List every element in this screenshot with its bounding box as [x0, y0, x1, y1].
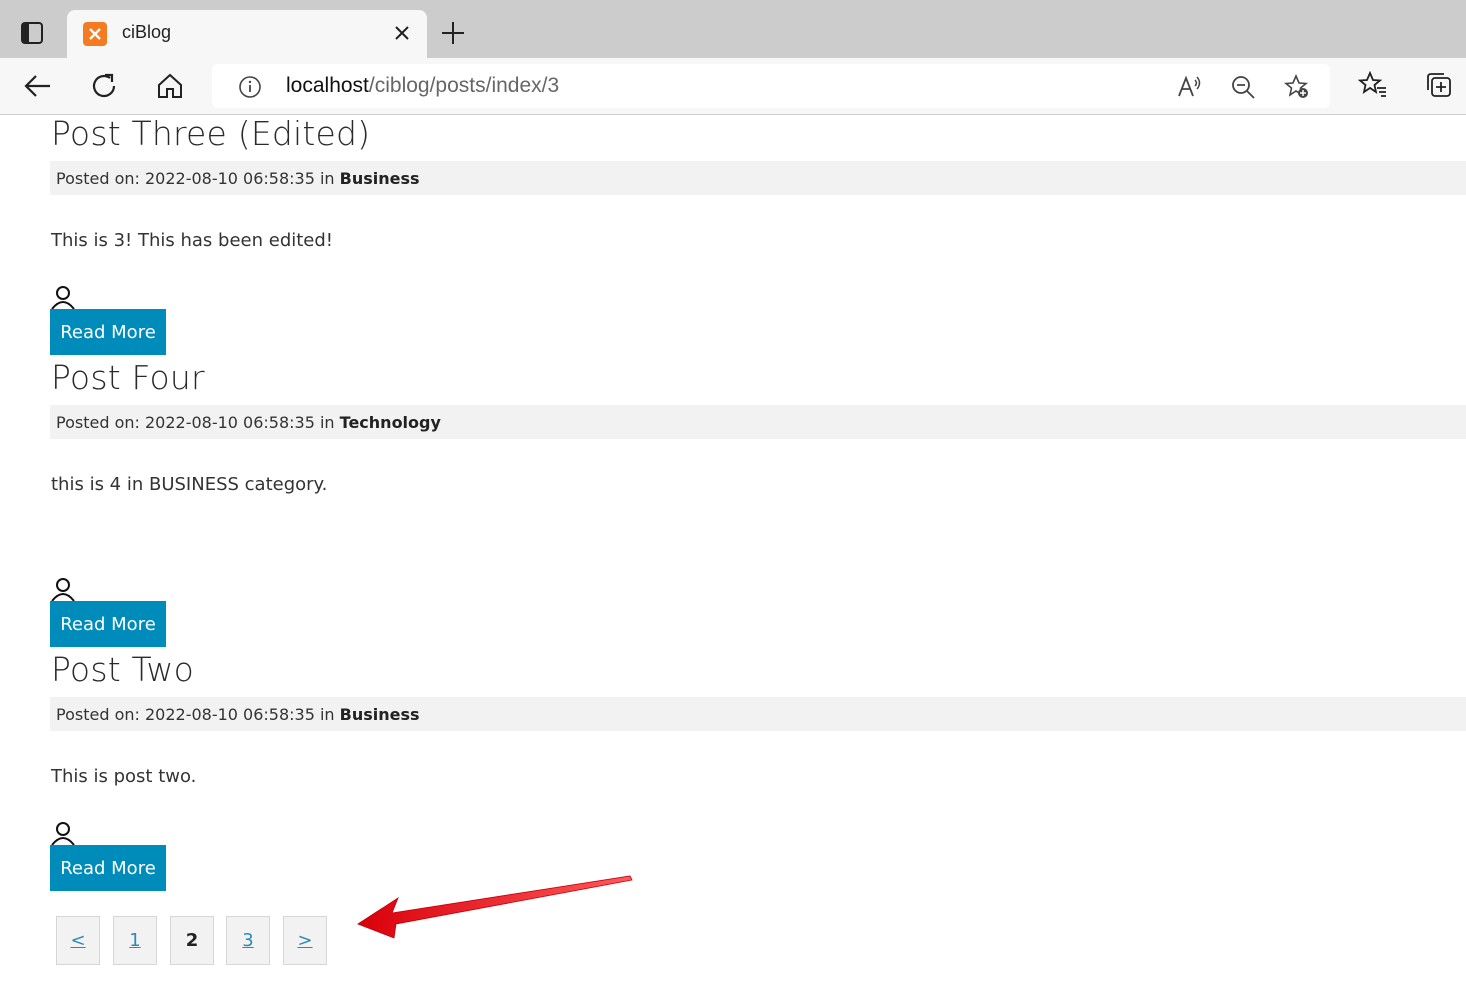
post-title: Post Three (Edited) — [51, 116, 371, 153]
address-bar[interactable]: localhost/ciblog/posts/index/3 — [212, 64, 1330, 108]
zoom-out-icon[interactable] — [1230, 74, 1256, 100]
tab-title: ciBlog — [122, 22, 172, 42]
refresh-icon[interactable] — [88, 70, 120, 102]
user-icon — [51, 577, 75, 601]
url-host: localhost — [286, 74, 369, 97]
close-tab-icon[interactable] — [391, 22, 413, 44]
post-category: Technology — [339, 413, 441, 432]
post-item: Post Four Posted on: 2022-08-10 06:58:35… — [50, 358, 1466, 652]
collections-icon[interactable] — [1424, 70, 1454, 100]
post-date: Posted on: 2022-08-10 06:58:35 in — [56, 169, 340, 188]
post-meta: Posted on: 2022-08-10 06:58:35 in Busine… — [50, 697, 1466, 731]
user-icon — [51, 821, 75, 845]
read-aloud-icon[interactable] — [1176, 74, 1202, 100]
back-arrow-icon[interactable] — [22, 70, 54, 102]
pagination-next-link[interactable]: > — [283, 916, 327, 965]
user-icon — [51, 285, 75, 309]
read-more-button[interactable]: Read More — [50, 601, 166, 647]
read-more-button[interactable]: Read More — [50, 309, 166, 355]
post-date: Posted on: 2022-08-10 06:58:35 in — [56, 413, 340, 432]
read-more-button[interactable]: Read More — [50, 845, 166, 891]
post-meta-text: Posted on: 2022-08-10 06:58:35 in Techno… — [56, 413, 441, 432]
url-path: /ciblog/posts/index/3 — [368, 74, 560, 97]
post-item: Post Two Posted on: 2022-08-10 06:58:35 … — [50, 650, 1466, 896]
post-title: Post Two — [51, 650, 195, 689]
post-body: this is 4 in BUSINESS category. — [51, 474, 328, 495]
navigation-bar: localhost/ciblog/posts/index/3 — [0, 58, 1466, 115]
active-tab[interactable]: ciBlog — [67, 10, 427, 58]
pagination-page-3[interactable]: 3 — [226, 916, 270, 965]
post-item: Post Three (Edited) Posted on: 2022-08-1… — [50, 116, 1466, 360]
pagination-current-page: 2 — [170, 916, 214, 965]
home-icon[interactable] — [154, 70, 186, 102]
post-meta: Posted on: 2022-08-10 06:58:35 in Busine… — [50, 161, 1466, 195]
favorites-icon[interactable] — [1358, 70, 1388, 100]
tab-bar: ciBlog — [0, 0, 1466, 58]
pagination-page-1[interactable]: 1 — [113, 916, 157, 965]
post-meta: Posted on: 2022-08-10 06:58:35 in Techno… — [50, 405, 1466, 439]
post-meta-text: Posted on: 2022-08-10 06:58:35 in Busine… — [56, 169, 420, 188]
post-category: Business — [339, 169, 420, 188]
post-meta-text: Posted on: 2022-08-10 06:58:35 in Busine… — [56, 705, 420, 724]
post-body: This is post two. — [51, 766, 197, 787]
tab-actions-icon[interactable] — [14, 18, 48, 48]
post-title: Post Four — [51, 358, 205, 397]
new-tab-icon[interactable] — [440, 20, 466, 46]
xampp-favicon-icon — [83, 22, 107, 46]
url-text[interactable]: localhost/ciblog/posts/index/3 — [286, 74, 559, 98]
site-info-icon[interactable] — [238, 75, 262, 99]
page-content: Post Three (Edited) Posted on: 2022-08-1… — [0, 116, 1466, 984]
add-favorite-icon[interactable] — [1284, 74, 1310, 100]
annotation-arrow-icon — [350, 866, 650, 984]
pagination-prev-link[interactable]: < — [56, 916, 100, 965]
post-body: This is 3! This has been edited! — [51, 230, 334, 251]
post-date: Posted on: 2022-08-10 06:58:35 in — [56, 705, 340, 724]
post-category: Business — [339, 705, 420, 724]
